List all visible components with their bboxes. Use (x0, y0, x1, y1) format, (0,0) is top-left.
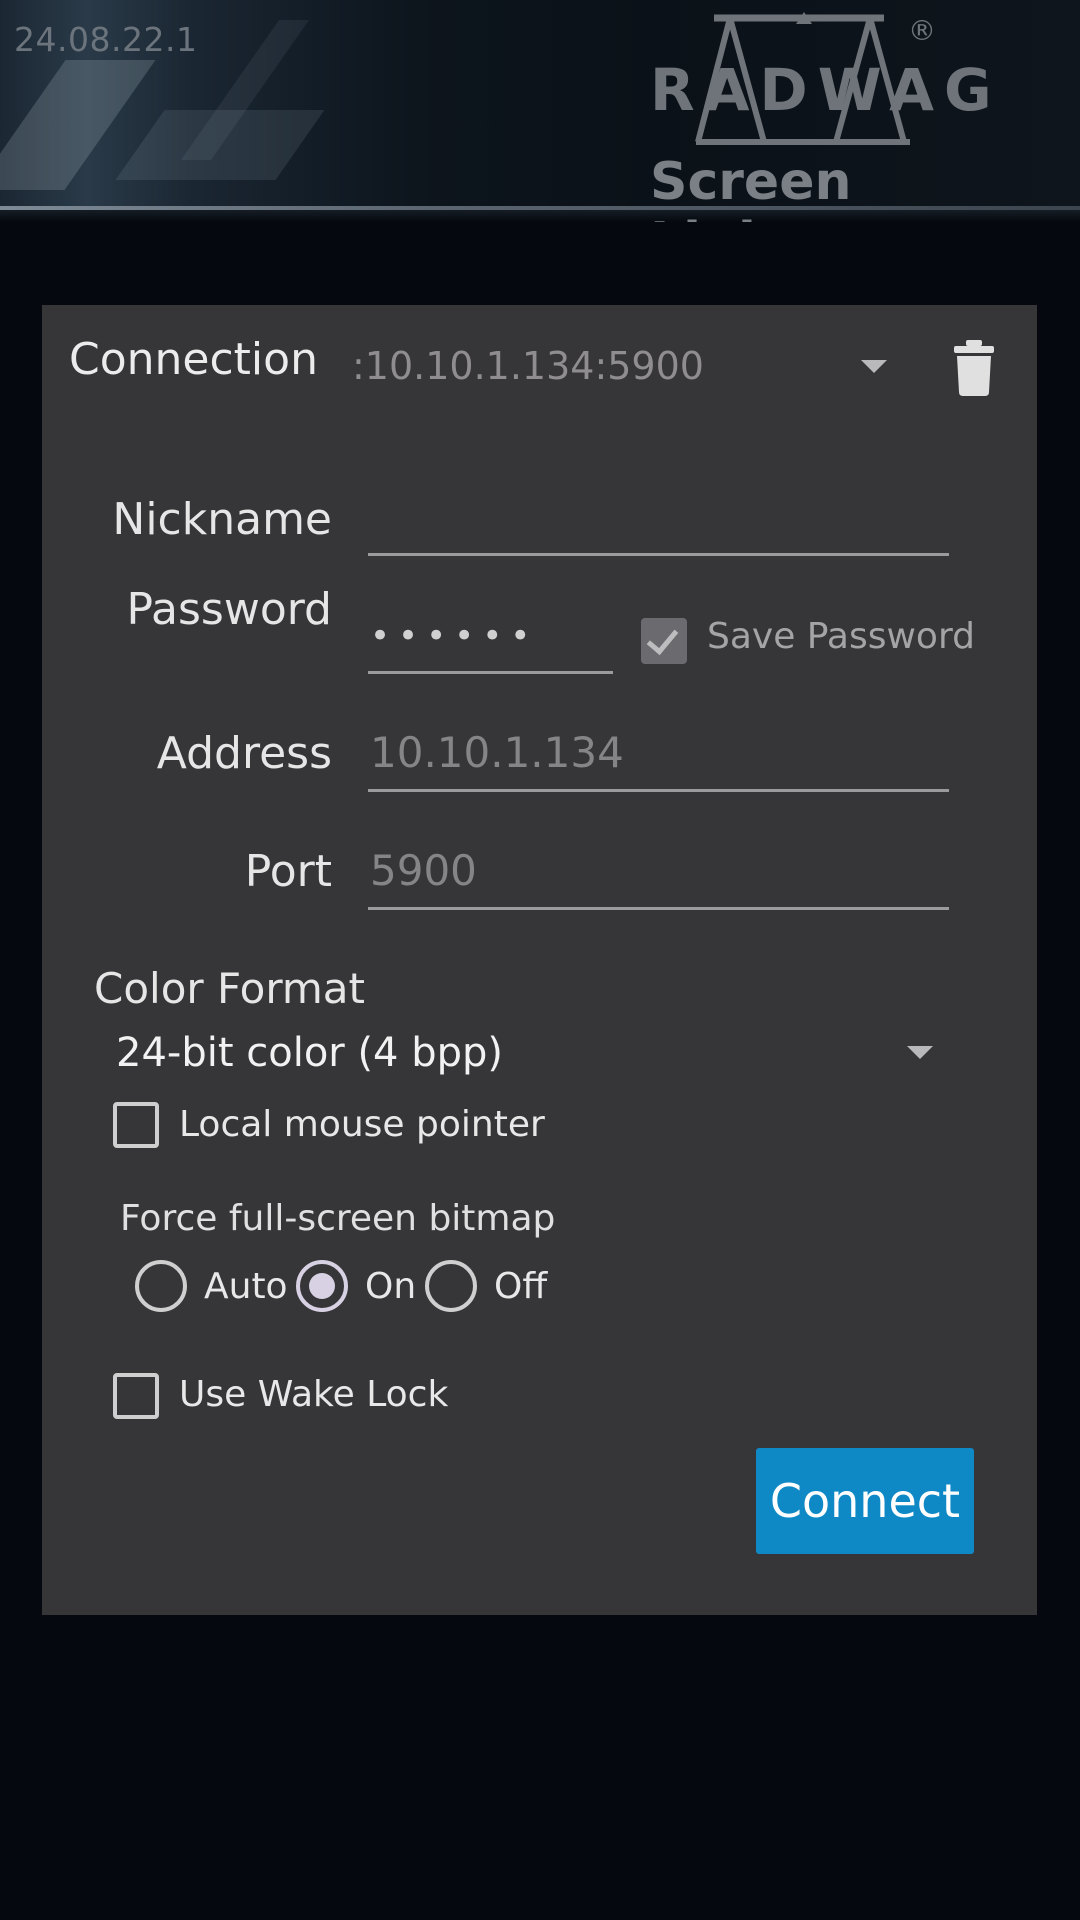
radio-auto-label: Auto (204, 1266, 288, 1307)
chevron-down-icon[interactable] (907, 1046, 933, 1059)
wake-lock-checkbox[interactable] (113, 1373, 159, 1419)
nickname-label: Nickname (112, 494, 332, 545)
chevron-down-icon[interactable] (861, 360, 887, 373)
force-bitmap-title: Force full-screen bitmap (120, 1198, 556, 1239)
connect-button[interactable]: Connect (756, 1448, 974, 1554)
local-mouse-checkbox[interactable] (113, 1102, 159, 1148)
port-input[interactable] (368, 842, 949, 910)
radio-on-label: On (365, 1266, 417, 1307)
wake-lock-label: Use Wake Lock (179, 1374, 449, 1415)
header-banner: 24.08.22.1 RADWAG ® Screen Link (0, 0, 1080, 222)
address-input[interactable] (368, 724, 949, 792)
radwag-logo: RADWAG ® Screen Link (640, 10, 1002, 222)
registered-mark: ® (908, 14, 936, 47)
logo-subtitle: Screen Link (650, 152, 852, 222)
app-version: 24.08.22.1 (14, 20, 198, 59)
local-mouse-label: Local mouse pointer (179, 1104, 545, 1145)
radio-off[interactable] (425, 1260, 477, 1312)
trash-icon[interactable] (952, 340, 996, 396)
save-password-label: Save Password (707, 616, 975, 657)
password-label: Password (126, 584, 332, 635)
nickname-input[interactable] (368, 490, 949, 556)
connection-label: Connection (69, 334, 318, 385)
color-format-select[interactable]: 24-bit color (4 bpp) (116, 1030, 503, 1076)
color-format-title: Color Format (94, 964, 366, 1013)
address-label: Address (156, 728, 332, 779)
save-password-checkbox[interactable] (641, 618, 687, 664)
radio-off-label: Off (494, 1266, 548, 1307)
port-label: Port (244, 846, 332, 897)
radio-on[interactable] (296, 1260, 348, 1312)
password-input[interactable]: •••••• (368, 610, 613, 674)
connection-select[interactable]: :10.10.1.134:5900 (352, 344, 704, 388)
radio-auto[interactable] (135, 1260, 187, 1312)
logo-wordmark: RADWAG (650, 56, 1002, 124)
